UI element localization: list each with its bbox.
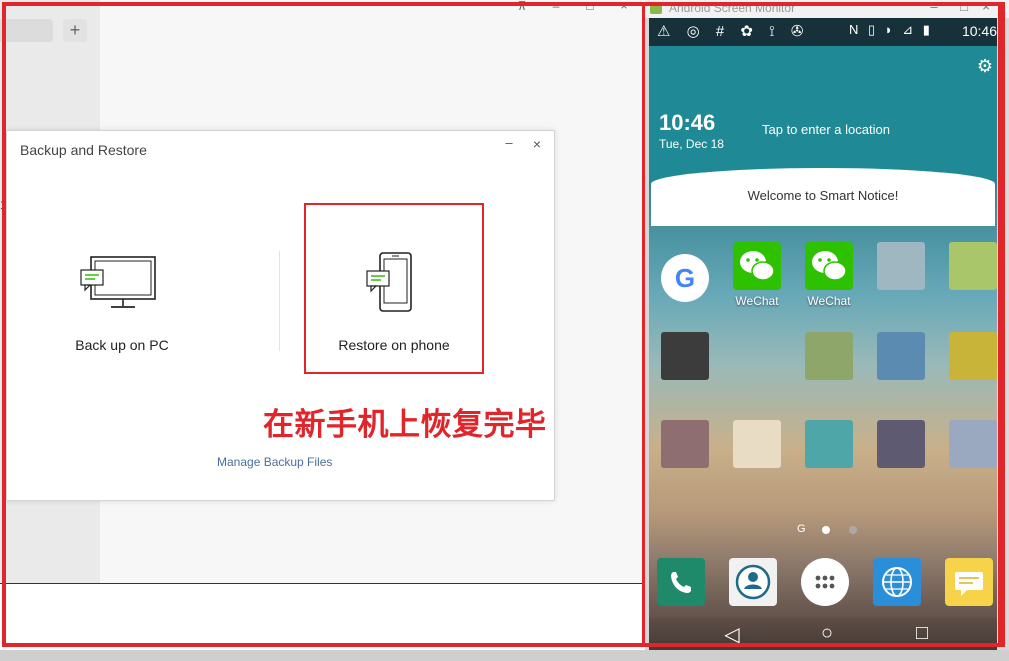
smart-notice-card[interactable]: Welcome to Smart Notice! (651, 168, 995, 226)
phone-screen[interactable]: ⚠ ◎ # ✿ ⟟ ✇ N ▯ ◗ ⊿ ▮ 10:46 ⚙ 10:46 Tue,… (649, 18, 997, 650)
blurred-app-icon (805, 332, 853, 380)
app-wechat-2[interactable]: WeChat (801, 242, 857, 312)
status-bar: ⚠ ◎ # ✿ ⟟ ✇ N ▯ ◗ ⊿ ▮ 10:46 (649, 18, 997, 46)
page-dot-active[interactable] (822, 526, 830, 534)
smart-notice-text: Welcome to Smart Notice! (747, 188, 899, 203)
pager-google-indicator: G (797, 523, 806, 535)
blurred-app-icon (733, 420, 781, 468)
blurred-app-icon (877, 242, 925, 290)
app-blurred[interactable] (945, 242, 997, 312)
pc-monitor-icon (80, 256, 156, 308)
app-blurred[interactable] (873, 242, 929, 312)
status-right-icons: N ▯ ◗ ⊿ ▮ (849, 22, 933, 37)
app-blurred[interactable] (729, 420, 785, 490)
monitor-titlebar: Android Screen Monitor – □ × (645, 0, 1009, 18)
blurred-app-icon (949, 332, 997, 380)
page-dot[interactable] (849, 526, 857, 534)
dialog-close-button[interactable]: × (527, 136, 547, 154)
wechat-icon (805, 242, 853, 290)
status-time: 10:46 (961, 23, 997, 39)
google-icon: G (661, 254, 709, 302)
blurred-app-icon (949, 420, 997, 468)
restore-on-phone-label: Restore on phone (338, 337, 450, 353)
dialog-minimize-button[interactable]: – (499, 135, 519, 153)
phone-app-icon[interactable] (657, 558, 705, 606)
pin-button[interactable]: ⊼ (512, 0, 532, 14)
close-button[interactable]: × (614, 0, 634, 14)
maximize-button[interactable]: □ (580, 0, 600, 14)
widget-time: 10:46 (659, 110, 716, 135)
android-screen-monitor-window: Android Screen Monitor – □ × ⚠ ◎ # ✿ ⟟ ✇… (645, 0, 1009, 661)
contacts-app-icon[interactable] (729, 558, 777, 606)
screen-root: + ⊼ – □ × 1 Backup and Restore – × Back … (0, 0, 1009, 661)
navigation-bar: ◁ ○ □ (649, 618, 997, 650)
option-divider (279, 251, 280, 351)
monitor-close-button[interactable]: × (977, 0, 995, 16)
backup-restore-dialog: Backup and Restore – × Back up on PC Res… (6, 130, 555, 501)
taskbar-strip (0, 650, 1009, 661)
blurred-app-icon (661, 332, 709, 380)
app-blurred[interactable] (657, 332, 713, 402)
app-drawer-icon[interactable] (801, 558, 849, 606)
blurred-app-icon (877, 420, 925, 468)
app-blurred[interactable] (801, 332, 857, 402)
backup-on-pc-label: Back up on PC (75, 337, 169, 353)
home-icon[interactable]: ○ (812, 622, 842, 646)
restore-on-phone-option[interactable]: Restore on phone (304, 203, 484, 374)
app-google[interactable]: G (657, 254, 713, 324)
android-app-icon (650, 2, 662, 14)
recent-apps-icon[interactable]: □ (907, 622, 937, 646)
backup-on-pc-option[interactable]: Back up on PC (27, 249, 217, 359)
back-icon[interactable]: ◁ (717, 622, 747, 646)
smart-notice-widget[interactable]: ⚙ 10:46 Tue, Dec 18 Tap to enter a locat… (649, 46, 997, 188)
blurred-app-icon (877, 332, 925, 380)
annotation-caption: 在新手机上恢复完毕 (263, 407, 547, 442)
app-blurred[interactable] (873, 332, 929, 402)
messages-app-icon[interactable] (945, 558, 993, 606)
app-blurred[interactable] (801, 420, 857, 490)
blurred-app-icon (661, 420, 709, 468)
wechat-label: WeChat (735, 294, 779, 308)
app-blurred[interactable] (873, 420, 929, 490)
app-wechat[interactable]: WeChat (729, 242, 785, 312)
phone-icon (366, 252, 412, 312)
blurred-app-icon (805, 420, 853, 468)
add-button[interactable]: + (63, 19, 87, 42)
status-left-icons: ⚠ ◎ # ✿ ⟟ ✇ (657, 23, 810, 40)
wechat-label: WeChat (807, 294, 851, 308)
wechat-icon (733, 242, 781, 290)
background-search-box[interactable] (0, 19, 53, 42)
gear-icon[interactable]: ⚙ (977, 56, 993, 77)
dialog-title: Backup and Restore (20, 142, 147, 158)
monitor-minimize-button[interactable]: – (925, 0, 943, 16)
blurred-app-icon (949, 242, 997, 290)
monitor-maximize-button[interactable]: □ (955, 0, 973, 16)
app-blurred[interactable] (945, 420, 997, 490)
browser-globe-icon[interactable] (873, 558, 921, 606)
app-blurred[interactable] (657, 420, 713, 490)
manage-backup-files-link[interactable]: Manage Backup Files (217, 455, 332, 469)
app-blurred[interactable] (945, 332, 997, 402)
widget-date: Tue, Dec 18 (659, 137, 724, 151)
monitor-title: Android Screen Monitor (669, 1, 796, 15)
widget-location[interactable]: Tap to enter a location (762, 122, 890, 137)
minimize-button[interactable]: – (546, 0, 566, 14)
